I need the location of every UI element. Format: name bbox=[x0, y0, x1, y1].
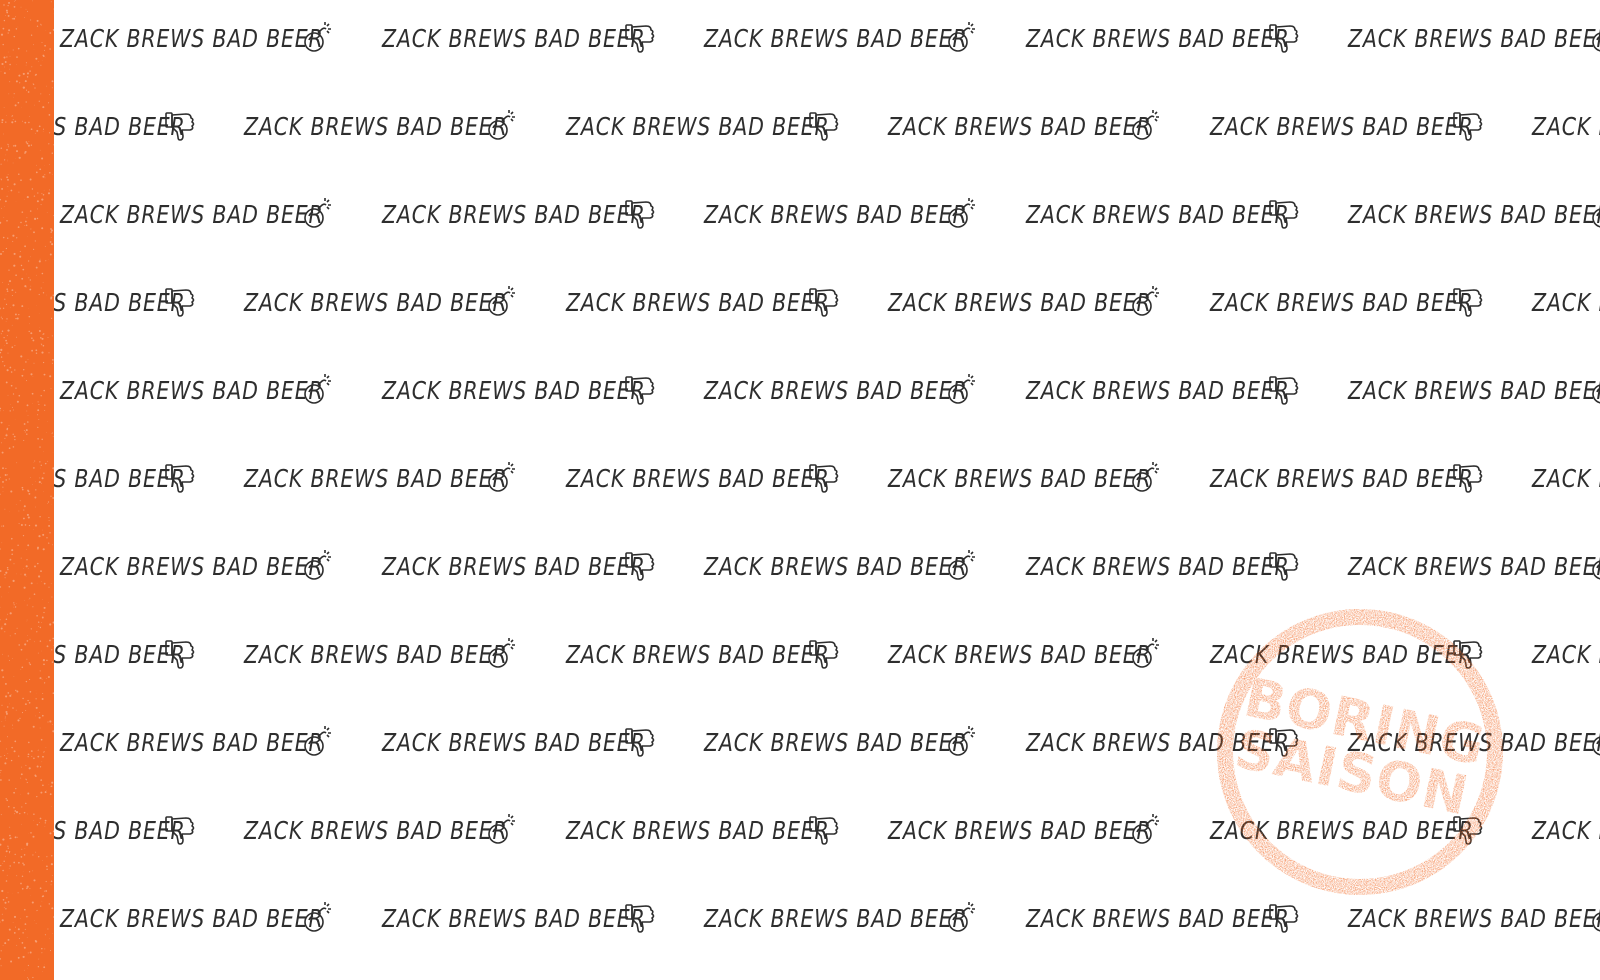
slogan-text: ZACK BREWS BAD BEER bbox=[888, 639, 1152, 669]
slogan-row: ZACK BREWS BAD BEER ZACK BREWS BAD BEER ZA… bbox=[0, 194, 1600, 234]
stamp-graphic: BORING SAISON bbox=[1217, 609, 1503, 895]
slogan-text: ZACK BREWS BAD BEER bbox=[566, 815, 830, 845]
slogan-row: ZACK BREWS BAD BEER ZACK BREWS BAD BEER ZA… bbox=[0, 18, 1600, 58]
slogan-text: ZACK BREWS BAD BEER bbox=[1026, 903, 1290, 933]
boring-saison-stamp: BORING SAISON bbox=[1210, 604, 1510, 904]
slogan-text: ZACK BREWS BAD BEER bbox=[60, 903, 324, 933]
orange-side-stripe bbox=[0, 0, 54, 980]
slogan-text: ZACK BREWS BAD BEER bbox=[1348, 551, 1600, 581]
slogan-text: ZACK BREWS BAD BEER bbox=[566, 111, 830, 141]
slogan-text: ZACK BREWS BAD BEER bbox=[566, 463, 830, 493]
slogan-text: ZACK BREWS BAD BEER bbox=[244, 287, 508, 317]
slogan-row: ZACK BREWS BAD BEER ZACK BREWS BAD BEER ZA… bbox=[0, 106, 1600, 146]
slogan-text: ZACK BREWS BAD BEER bbox=[244, 463, 508, 493]
slogan-text: ZACK BREWS BAD BEER bbox=[1532, 287, 1600, 317]
slogan-text: ZACK BREWS BAD BEER bbox=[704, 551, 968, 581]
slogan-text: ZACK BREWS BAD BEER bbox=[888, 111, 1152, 141]
slogan-text: ZACK BREWS BAD BEER bbox=[60, 551, 324, 581]
slogan-text: ZACK BREWS BAD BEER bbox=[566, 639, 830, 669]
slogan-text: ZACK BREWS BAD BEER bbox=[382, 551, 646, 581]
slogan-text: ZACK BREWS BAD BEER bbox=[382, 903, 646, 933]
slogan-text: ZACK BREWS BAD BEER bbox=[566, 287, 830, 317]
slogan-text: ZACK BREWS BAD BEER bbox=[244, 815, 508, 845]
slogan-text: ZACK BREWS BAD BEER bbox=[1026, 375, 1290, 405]
slogan-row: ZACK BREWS BAD BEER ZACK BREWS BAD BEER ZA… bbox=[0, 370, 1600, 410]
slogan-text: ZACK BREWS BAD BEER bbox=[60, 727, 324, 757]
slogan-text: ZACK BREWS BAD BEER bbox=[60, 23, 324, 53]
slogan-text: ZACK BREWS BAD BEER bbox=[1348, 903, 1600, 933]
slogan-text: ZACK BREWS BAD BEER bbox=[888, 287, 1152, 317]
slogan-row: ZACK BREWS BAD BEER ZACK BREWS BAD BEER ZA… bbox=[0, 546, 1600, 586]
slogan-text: ZACK BREWS BAD BEER bbox=[1532, 639, 1600, 669]
slogan-text: ZACK BREWS BAD BEER bbox=[382, 23, 646, 53]
slogan-text: ZACK BREWS BAD BEER bbox=[1026, 727, 1290, 757]
slogan-text: ZACK BREWS BAD BEER bbox=[60, 199, 324, 229]
slogan-text: ZACK BREWS BAD BEER bbox=[1348, 199, 1600, 229]
slogan-text: ZACK BREWS BAD BEER bbox=[60, 375, 324, 405]
slogan-text: ZACK BREWS BAD BEER bbox=[704, 199, 968, 229]
slogan-text: ZACK BREWS BAD BEER bbox=[704, 903, 968, 933]
stripe-speckle-texture bbox=[0, 0, 54, 980]
slogan-text: ZACK BREWS BAD BEER bbox=[382, 375, 646, 405]
slogan-text: ZACK BREWS BAD BEER bbox=[704, 727, 968, 757]
slogan-text: ZACK BREWS BAD BEER bbox=[1026, 23, 1290, 53]
slogan-text: ZACK BREWS BAD BEER bbox=[704, 375, 968, 405]
slogan-row: ZACK BREWS BAD BEER ZACK BREWS BAD BEER ZA… bbox=[0, 282, 1600, 322]
slogan-row: ZACK BREWS BAD BEER ZACK BREWS BAD BEER ZA… bbox=[0, 458, 1600, 498]
slogan-text: ZACK BREWS BAD BEER bbox=[1532, 815, 1600, 845]
slogan-text: ZACK BREWS BAD BEER bbox=[382, 727, 646, 757]
slogan-text: ZACK BREWS BAD BEER bbox=[704, 23, 968, 53]
slogan-text: ZACK BREWS BAD BEER bbox=[1026, 199, 1290, 229]
slogan-text: ZACK BREWS BAD BEER bbox=[1210, 111, 1474, 141]
slogan-text: ZACK BREWS BAD BEER bbox=[1532, 463, 1600, 493]
slogan-text: ZACK BREWS BAD BEER bbox=[1210, 287, 1474, 317]
slogan-text: ZACK BREWS BAD BEER bbox=[382, 199, 646, 229]
slogan-text: ZACK BREWS BAD BEER bbox=[244, 639, 508, 669]
slogan-text: ZACK BREWS BAD BEER bbox=[1348, 23, 1600, 53]
slogan-text: ZACK BREWS BAD BEER bbox=[1532, 111, 1600, 141]
slogan-text: ZACK BREWS BAD BEER bbox=[244, 111, 508, 141]
slogan-text: ZACK BREWS BAD BEER bbox=[1348, 375, 1600, 405]
slogan-text: ZACK BREWS BAD BEER bbox=[888, 463, 1152, 493]
slogan-text: ZACK BREWS BAD BEER bbox=[888, 815, 1152, 845]
slogan-text: ZACK BREWS BAD BEER bbox=[1210, 463, 1474, 493]
slogan-text: ZACK BREWS BAD BEER bbox=[1026, 551, 1290, 581]
